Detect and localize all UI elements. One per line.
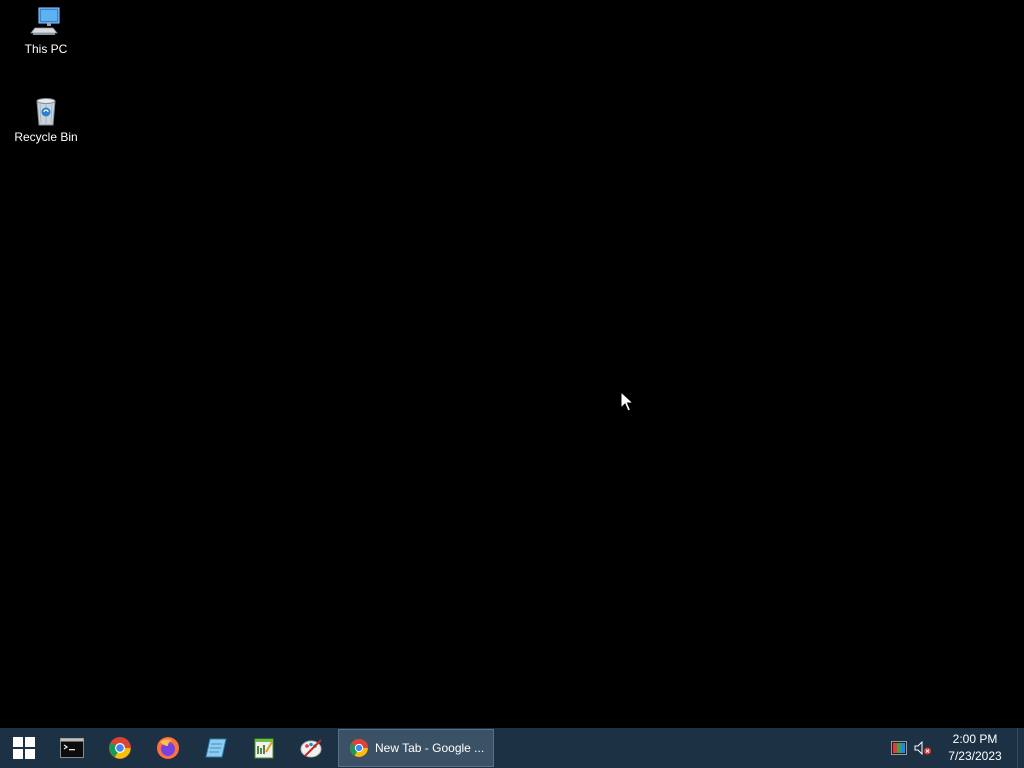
taskbar-pinned-firefox[interactable]	[144, 728, 192, 768]
clock-time: 2:00 PM	[952, 732, 998, 746]
system-tray: 2:00 PM 7/23/2023	[889, 728, 1024, 768]
mouse-pointer-icon	[620, 391, 634, 412]
taskbar-window-title: New Tab - Google ...	[375, 741, 485, 755]
firefox-icon	[157, 737, 179, 759]
chrome-icon	[109, 737, 131, 759]
desktop-icon-recycle-bin[interactable]: Recycle Bin	[8, 94, 84, 144]
desktop-icon-label: Recycle Bin	[14, 130, 78, 144]
text-editor-icon	[254, 738, 274, 759]
desktop-icon-this-pc[interactable]: This PC	[8, 6, 84, 56]
desktop[interactable]: This PC Recycle Bin	[0, 0, 1024, 728]
taskbar-clock[interactable]: 2:00 PM 7/23/2023	[937, 728, 1013, 768]
taskbar-pinned-notepad[interactable]	[192, 728, 240, 768]
paint-icon	[300, 739, 322, 758]
notepad-icon	[205, 738, 227, 758]
windows-logo-icon	[13, 737, 35, 759]
taskbar-pinned-paint[interactable]	[288, 728, 336, 768]
show-desktop-button[interactable]	[1017, 728, 1024, 768]
recycle-bin-icon	[36, 98, 56, 126]
tray-color-display[interactable]	[889, 728, 909, 768]
command-prompt-icon	[60, 738, 84, 758]
taskbar: New Tab - Google ... 2:00 PM 7/23/2023	[0, 728, 1024, 768]
desktop-icon-label: This PC	[24, 42, 68, 56]
color-display-icon	[891, 741, 907, 755]
computer-icon	[30, 7, 60, 35]
taskbar-pinned-command-prompt[interactable]	[48, 728, 96, 768]
chrome-icon	[349, 738, 369, 758]
clock-date: 7/23/2023	[948, 749, 1002, 763]
tray-volume[interactable]	[913, 728, 933, 768]
taskbar-window-chrome-new-tab[interactable]: New Tab - Google ...	[338, 729, 494, 767]
speaker-muted-icon	[914, 741, 931, 755]
start-button[interactable]	[0, 728, 48, 768]
taskbar-pinned-text-editor[interactable]	[240, 728, 288, 768]
taskbar-pinned-chrome[interactable]	[96, 728, 144, 768]
